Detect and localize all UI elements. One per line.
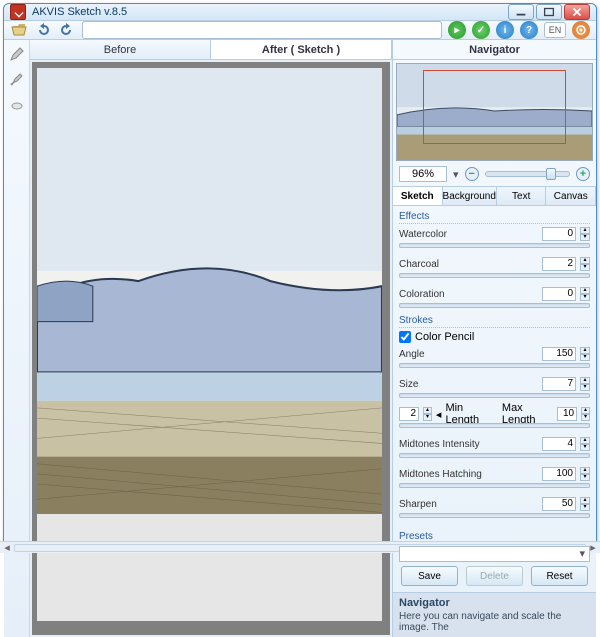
zoom-slider[interactable]	[485, 171, 570, 177]
group-effects: Effects	[399, 211, 590, 224]
zoom-dropdown-icon[interactable]: ▾	[453, 168, 459, 181]
navigator-thumbnail[interactable]	[396, 63, 593, 161]
preset-combo[interactable]	[82, 21, 442, 39]
spinner-coloration[interactable]: ▴▾	[580, 287, 590, 301]
input-angle[interactable]: 150	[542, 347, 576, 361]
spinner-maxlen[interactable]: ▴▾	[581, 407, 590, 421]
label-watercolor: Watercolor	[399, 229, 538, 240]
settings-button[interactable]	[572, 21, 590, 39]
input-midint[interactable]: 4	[542, 437, 576, 451]
label-angle: Angle	[399, 349, 538, 360]
label-size: Size	[399, 379, 538, 390]
input-sharpen[interactable]: 50	[542, 497, 576, 511]
zoom-out-button[interactable]: −	[465, 167, 479, 181]
brush-tool[interactable]	[9, 72, 25, 88]
subtab-sketch[interactable]: Sketch	[393, 187, 443, 205]
label-coloration: Coloration	[399, 289, 538, 300]
preset-dropdown[interactable]	[399, 546, 590, 562]
label-colorpencil: Color Pencil	[415, 331, 474, 343]
input-coloration[interactable]: 0	[542, 287, 576, 301]
delete-button[interactable]: Delete	[466, 566, 523, 586]
slider-angle[interactable]	[399, 363, 590, 371]
slider-sharpen[interactable]	[399, 513, 590, 521]
titlebar: AKVIS Sketch v.8.5	[4, 4, 596, 21]
preview-image	[37, 68, 382, 514]
slider-coloration[interactable]	[399, 303, 590, 311]
open-icon[interactable]	[10, 21, 28, 39]
help-button[interactable]: ?	[520, 21, 538, 39]
slider-midint[interactable]	[399, 453, 590, 461]
slider-midhatch[interactable]	[399, 483, 590, 491]
group-strokes: Strokes	[399, 315, 590, 328]
navigator-viewport[interactable]	[423, 70, 566, 144]
label-midint: Midtones Intensity	[399, 439, 538, 450]
label-sharpen: Sharpen	[399, 499, 538, 510]
label-midhatch: Midtones Hatching	[399, 469, 538, 480]
spinner-charcoal[interactable]: ▴▾	[580, 257, 590, 271]
spinner-size[interactable]: ▴▾	[580, 377, 590, 391]
run-button[interactable]: ▸	[448, 21, 466, 39]
tab-after[interactable]: After ( Sketch )	[211, 40, 392, 59]
checkbox-colorpencil[interactable]	[399, 331, 411, 343]
spinner-midint[interactable]: ▴▾	[580, 437, 590, 451]
help-text: Here you can navigate and scale the imag…	[399, 611, 590, 633]
side-panel: Navigator 96% ▾ − + Sketch	[392, 40, 596, 637]
apply-button[interactable]: ✓	[472, 21, 490, 39]
undo-icon[interactable]	[34, 21, 52, 39]
slider-charcoal[interactable]	[399, 273, 590, 281]
subtab-canvas[interactable]: Canvas	[546, 187, 596, 205]
spinner-watercolor[interactable]: ▴▾	[580, 227, 590, 241]
input-charcoal[interactable]: 2	[542, 257, 576, 271]
zoom-value[interactable]: 96%	[399, 166, 447, 182]
scroll-left-icon[interactable]: ◂	[0, 543, 14, 553]
reset-button[interactable]: Reset	[531, 566, 588, 586]
maximize-button[interactable]	[536, 4, 562, 20]
minimize-button[interactable]	[508, 4, 534, 20]
main-area: Before After ( Sketch )	[30, 40, 392, 637]
pencil-tool[interactable]	[9, 46, 25, 62]
input-watercolor[interactable]: 0	[542, 227, 576, 241]
input-minlen[interactable]: 2	[399, 407, 419, 421]
close-button[interactable]	[564, 4, 590, 20]
redo-icon[interactable]	[58, 21, 76, 39]
subtab-background[interactable]: Background	[443, 187, 497, 205]
label-charcoal: Charcoal	[399, 259, 538, 270]
input-size[interactable]: 7	[542, 377, 576, 391]
help-footer: Navigator Here you can navigate and scal…	[393, 592, 596, 637]
spinner-angle[interactable]: ▴▾	[580, 347, 590, 361]
toolbar: ▸ ✓ i ? EN	[4, 21, 596, 40]
tab-before[interactable]: Before	[30, 40, 211, 59]
app-window: AKVIS Sketch v.8.5 ▸ ✓ i ? EN Before Aft…	[3, 3, 597, 548]
app-icon	[10, 4, 26, 20]
eraser-tool[interactable]	[9, 98, 25, 114]
slider-size[interactable]	[399, 393, 590, 401]
subtab-text[interactable]: Text	[497, 187, 547, 205]
language-selector[interactable]: EN	[544, 22, 566, 38]
save-button[interactable]: Save	[401, 566, 458, 586]
slider-watercolor[interactable]	[399, 243, 590, 251]
slider-length[interactable]	[399, 423, 590, 431]
spinner-sharpen[interactable]: ▴▾	[580, 497, 590, 511]
info-button[interactable]: i	[496, 21, 514, 39]
input-maxlen[interactable]: 10	[557, 407, 577, 421]
zoom-in-button[interactable]: +	[576, 167, 590, 181]
spinner-midhatch[interactable]: ▴▾	[580, 467, 590, 481]
spinner-minlen[interactable]: ▴▾	[423, 407, 432, 421]
window-title: AKVIS Sketch v.8.5	[32, 6, 502, 18]
help-heading: Navigator	[399, 597, 590, 609]
navigator-heading: Navigator	[393, 40, 596, 60]
input-midhatch[interactable]: 100	[542, 467, 576, 481]
